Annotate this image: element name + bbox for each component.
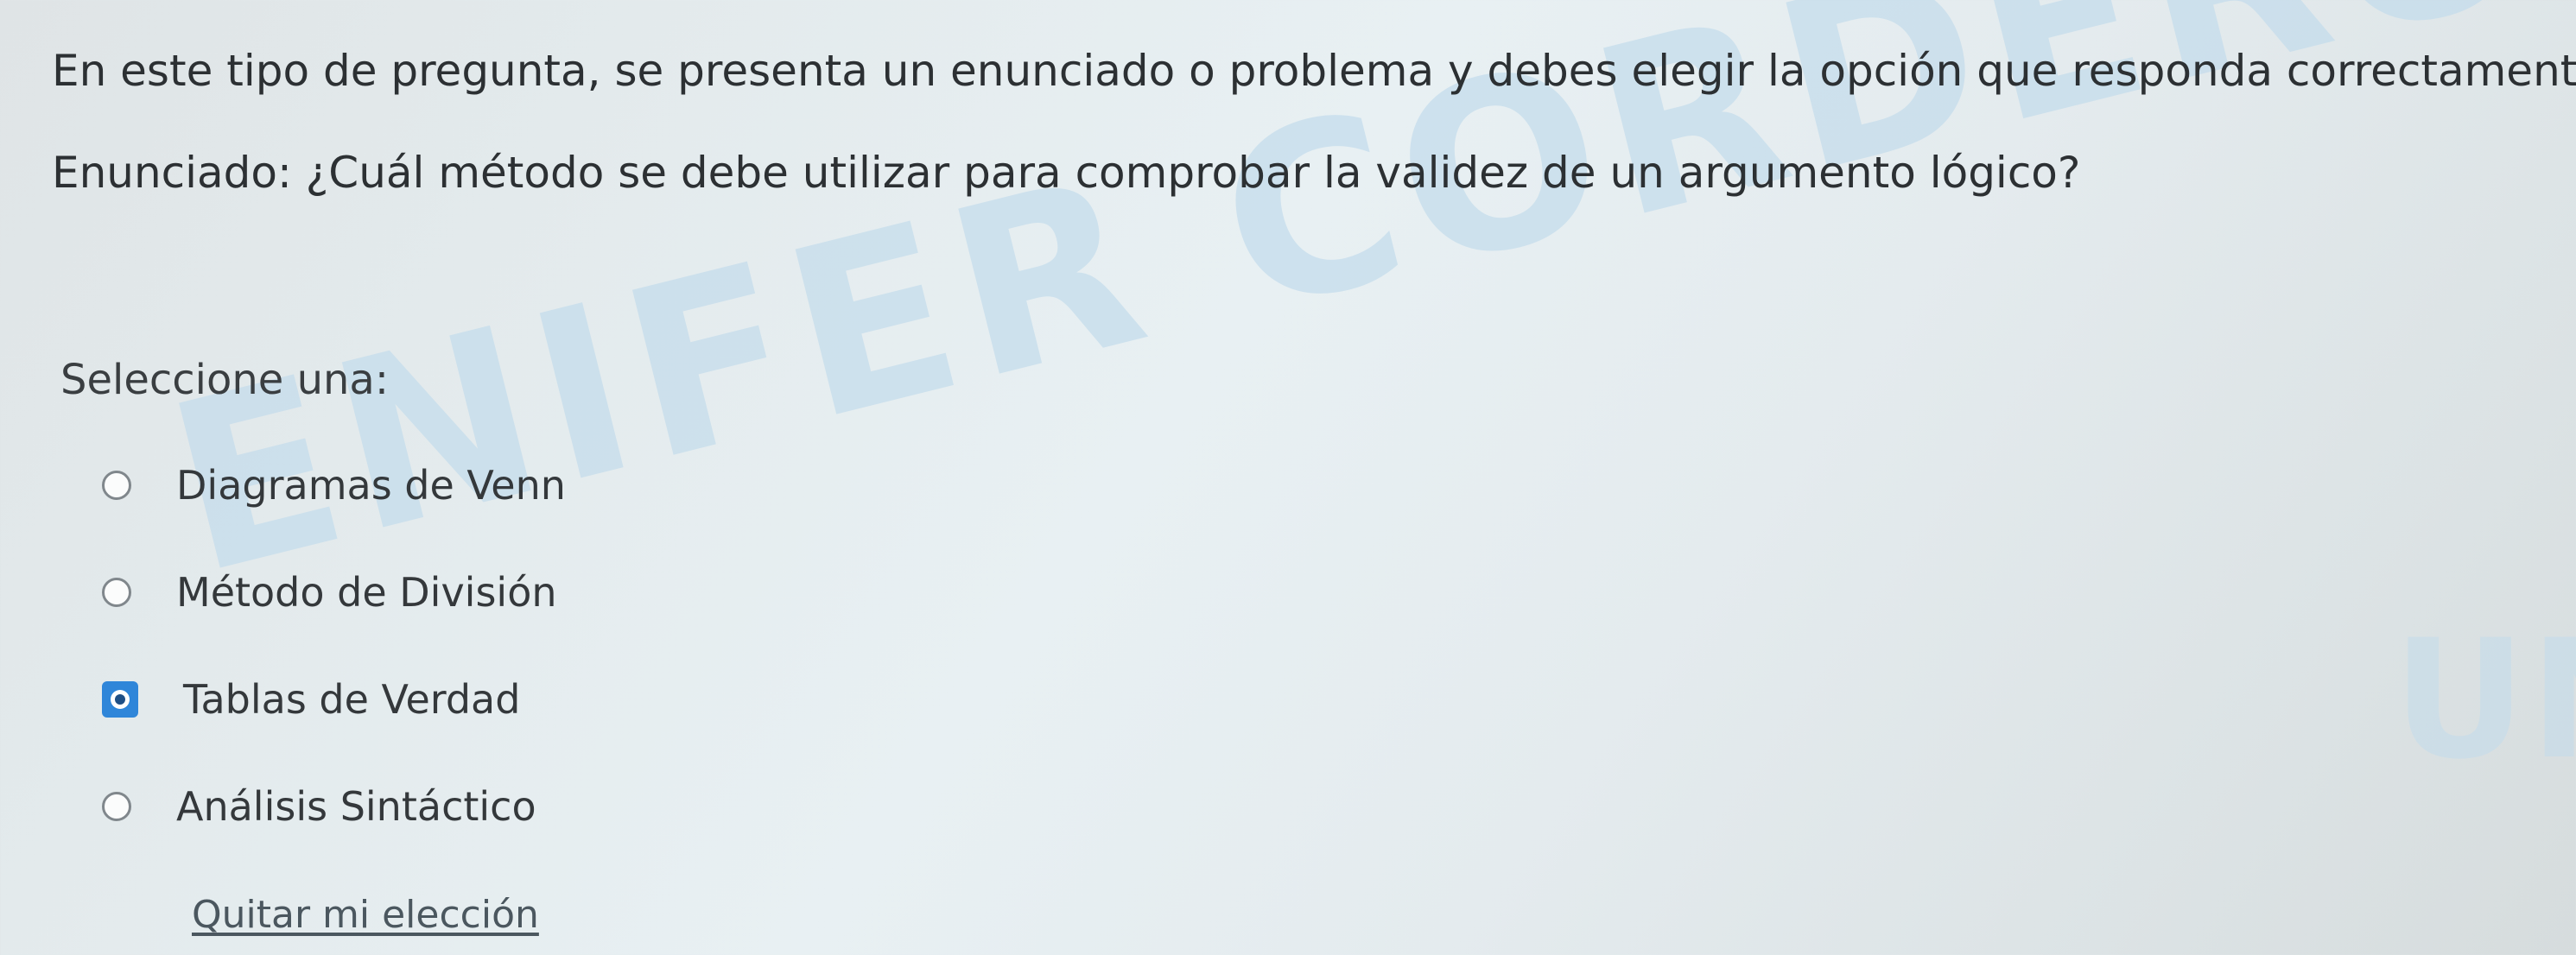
- radio-selected-dot-icon: [111, 690, 130, 709]
- answer-option-metodo-de-division[interactable]: Método de División: [102, 566, 557, 618]
- option-label[interactable]: Tablas de Verdad: [183, 674, 520, 725]
- radio-button[interactable]: [102, 578, 131, 607]
- answer-option-diagramas-de-venn[interactable]: Diagramas de Venn: [102, 459, 566, 511]
- option-label[interactable]: Análisis Sintáctico: [176, 781, 536, 832]
- option-label[interactable]: Método de División: [176, 566, 557, 618]
- clear-choice-link[interactable]: Quitar mi elección: [192, 889, 539, 941]
- question-statement: Enunciado: ¿Cuál método se debe utilizar…: [52, 148, 2081, 198]
- radio-button-selected[interactable]: [102, 681, 138, 718]
- option-label[interactable]: Diagramas de Venn: [176, 459, 566, 511]
- watermark-side-text: UN: [2393, 604, 2576, 795]
- radio-button[interactable]: [102, 792, 131, 821]
- select-prompt: Seleccione una:: [60, 356, 389, 404]
- answer-option-analisis-sintactico[interactable]: Análisis Sintáctico: [102, 781, 536, 832]
- answer-option-tablas-de-verdad[interactable]: Tablas de Verdad: [102, 674, 520, 725]
- question-instruction: En este tipo de pregunta, se presenta un…: [52, 46, 2576, 96]
- radio-button[interactable]: [102, 471, 131, 500]
